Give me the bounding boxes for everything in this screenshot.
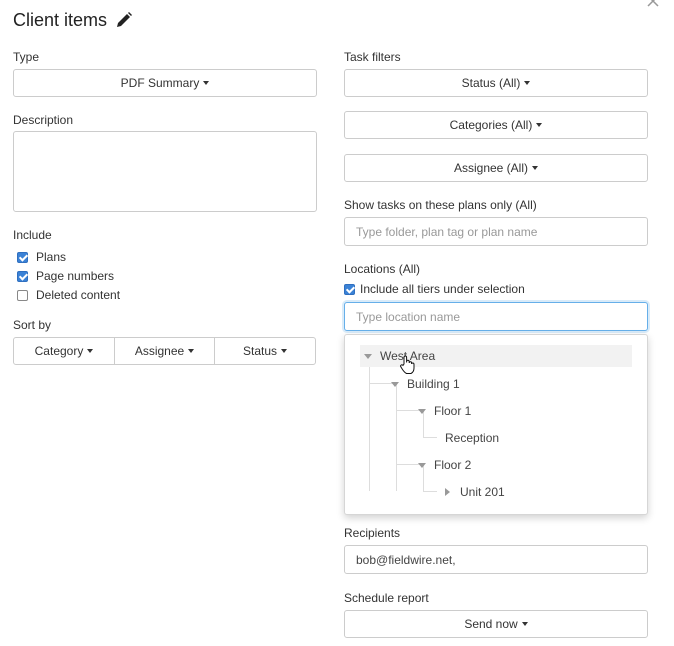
tree-item-label: Reception <box>445 431 500 445</box>
status-filter-value: Status (All) <box>461 76 521 90</box>
include-plans[interactable]: Plans <box>17 250 66 264</box>
sort-by-label: Sort by <box>13 318 52 332</box>
tree-item-label: Unit 201 <box>460 485 505 499</box>
expand-caret-icon[interactable] <box>364 353 372 359</box>
categories-filter-dropdown[interactable]: Categories (All) <box>344 111 648 139</box>
include-tiers-checkbox[interactable] <box>344 283 355 295</box>
recipients-value: bob@fieldwire.net, <box>356 552 456 567</box>
page-title: Client items <box>13 8 133 32</box>
tree-guide-line <box>396 464 420 465</box>
task-filters-label: Task filters <box>344 50 401 64</box>
sort-status-label: Status <box>242 344 278 358</box>
tree-item-building-1[interactable]: Building 1 <box>391 373 460 395</box>
caret-down-icon <box>536 123 543 127</box>
tree-item-reception[interactable]: Reception <box>445 427 499 449</box>
assignee-filter-dropdown[interactable]: Assignee (All) <box>344 154 648 182</box>
tree-item-floor-1[interactable]: Floor 1 <box>418 400 471 422</box>
plans-checkbox[interactable] <box>17 251 28 263</box>
caret-down-icon <box>188 349 195 353</box>
caret-down-icon <box>281 349 288 353</box>
include-label: Include <box>13 228 52 242</box>
tree-guide-line <box>369 383 393 384</box>
collapsed-caret-icon[interactable] <box>445 488 450 496</box>
type-label: Type <box>13 50 40 64</box>
close-icon[interactable] <box>646 0 662 8</box>
recipients-label: Recipients <box>344 526 401 540</box>
include-deleted-content[interactable]: Deleted content <box>17 288 120 302</box>
tree-item-label: Floor 2 <box>434 458 472 472</box>
status-filter-dropdown[interactable]: Status (All) <box>344 69 648 97</box>
plans-label: Plans <box>36 250 67 264</box>
recipients-input[interactable]: bob@fieldwire.net, <box>344 545 648 574</box>
expand-caret-icon[interactable] <box>391 381 399 387</box>
tree-guide-line <box>369 357 370 491</box>
plans-filter-input[interactable]: Type folder, plan tag or plan name <box>344 217 648 246</box>
hand-cursor-icon <box>399 355 417 375</box>
assignee-filter-value: Assignee (All) <box>453 161 529 175</box>
schedule-report-label: Schedule report <box>344 591 429 605</box>
type-dropdown[interactable]: PDF Summary <box>13 69 317 97</box>
page-numbers-label: Page numbers <box>36 269 115 283</box>
categories-filter-value: Categories (All) <box>449 118 533 132</box>
location-search-input[interactable]: Type location name <box>344 302 648 331</box>
description-textarea[interactable] <box>13 131 317 212</box>
include-tiers-option[interactable]: Include all tiers under selection <box>344 282 525 296</box>
tree-item-label: Floor 1 <box>434 404 472 418</box>
tree-guide-line <box>396 384 397 491</box>
pencil-icon[interactable] <box>115 11 133 29</box>
deleted-content-checkbox[interactable] <box>17 289 28 301</box>
caret-down-icon <box>203 81 210 85</box>
deleted-content-label: Deleted content <box>36 288 121 302</box>
location-tree-dropdown: West Area Building 1 Floor 1 Reception F… <box>344 334 648 515</box>
caret-down-icon <box>524 81 531 85</box>
sort-status-button[interactable]: Status <box>214 337 316 365</box>
tree-guide-line <box>396 410 420 411</box>
tree-item-label: Building 1 <box>407 377 460 391</box>
type-value: PDF Summary <box>120 76 200 90</box>
schedule-report-value: Send now <box>464 617 518 631</box>
locations-label: Locations (All) <box>344 262 421 276</box>
location-search-placeholder: Type location name <box>356 309 461 324</box>
schedule-report-dropdown[interactable]: Send now <box>344 610 648 638</box>
caret-down-icon <box>87 349 94 353</box>
sort-assignee-label: Assignee <box>134 344 185 358</box>
sort-by-group: Category Assignee Status <box>13 337 317 365</box>
include-page-numbers[interactable]: Page numbers <box>17 269 114 283</box>
caret-down-icon <box>532 166 539 170</box>
plans-filter-placeholder: Type folder, plan tag or plan name <box>356 224 538 239</box>
tree-guide-line <box>423 437 437 438</box>
tree-guide-line <box>423 491 437 492</box>
include-tiers-label: Include all tiers under selection <box>360 282 525 296</box>
hidden-field-edge <box>344 515 648 516</box>
page-title-text: Client items <box>13 9 108 30</box>
sort-assignee-button[interactable]: Assignee <box>114 337 215 365</box>
tree-item-floor-2[interactable]: Floor 2 <box>418 454 471 476</box>
sort-category-button[interactable]: Category <box>13 337 115 365</box>
show-tasks-label: Show tasks on these plans only (All) <box>344 198 537 212</box>
sort-category-label: Category <box>34 344 84 358</box>
expand-caret-icon[interactable] <box>418 462 426 468</box>
tree-item-unit-201[interactable]: Unit 201 <box>445 481 505 503</box>
expand-caret-icon[interactable] <box>418 408 426 414</box>
description-label: Description <box>13 113 74 127</box>
page-numbers-checkbox[interactable] <box>17 270 28 282</box>
caret-down-icon <box>521 622 528 626</box>
